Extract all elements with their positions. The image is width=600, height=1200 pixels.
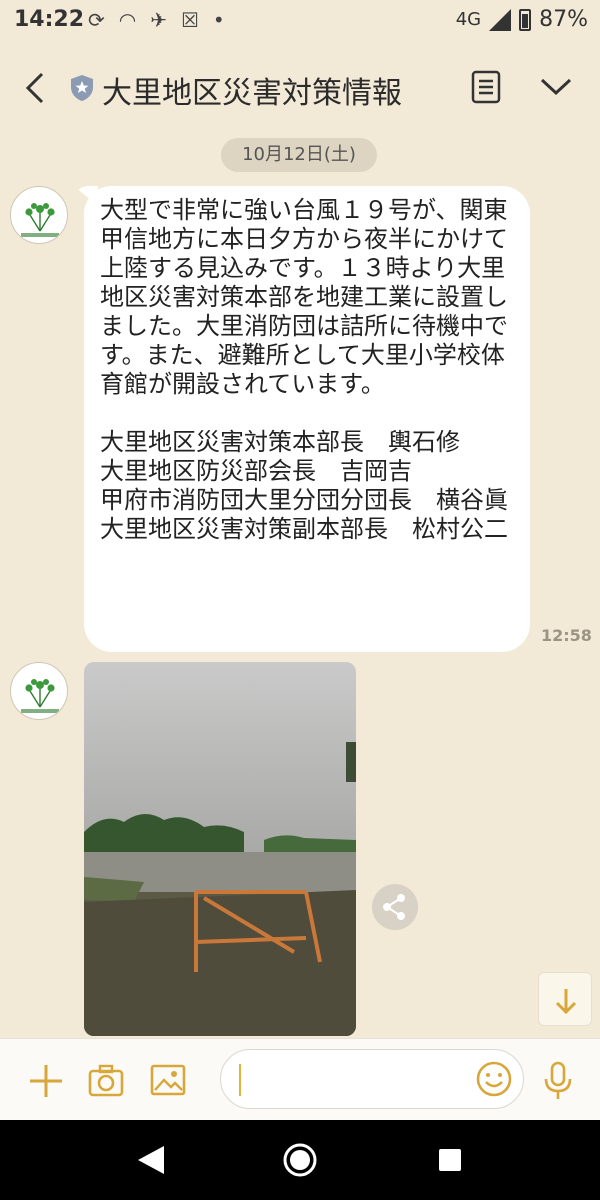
text-cursor (239, 1064, 241, 1096)
status-bar: 14:22 ⟳ ◠ ✈ ☒ • 4G 87% (0, 0, 600, 40)
avatar[interactable] (10, 662, 68, 720)
nav-home-icon[interactable] (282, 1142, 318, 1178)
message-signatures: 大里地区災害対策本部長 輿石修 大里地区防災部会長 吉岡吉 甲府市消防団大里分団… (100, 428, 508, 543)
satellite-icon: ✈ (150, 8, 167, 32)
app-icon: ☒ (180, 8, 199, 32)
battery-percent: 87% (539, 7, 588, 32)
microphone-icon[interactable] (542, 1061, 574, 1101)
camera-icon[interactable] (88, 1063, 124, 1097)
message-bubble[interactable]: 大型で非常に強い台風１９号が、関東甲信地方に本日夕方から夜半にかけて上陸する見込… (84, 186, 530, 652)
chat-header: 大里地区災害対策情報 (0, 42, 600, 132)
photo-message[interactable] (84, 662, 356, 1036)
share-button[interactable] (372, 884, 418, 930)
chevron-down-icon[interactable] (538, 74, 574, 98)
image-icon[interactable] (150, 1063, 186, 1097)
message-input[interactable] (243, 1062, 467, 1098)
avatar[interactable] (10, 186, 68, 244)
message-paragraph: 大型で非常に強い台風１９号が、関東甲信地方に本日夕方から夜半にかけて上陸する見込… (100, 196, 508, 398)
battery-icon (519, 8, 532, 31)
system-nav-bar (0, 1120, 600, 1200)
back-chevron-icon[interactable] (20, 68, 50, 108)
emoji-icon[interactable] (475, 1060, 513, 1098)
input-bar (0, 1038, 600, 1121)
official-shield-icon (71, 75, 93, 101)
flower-logo-icon (21, 679, 59, 713)
notes-icon[interactable] (470, 70, 502, 104)
plus-icon[interactable] (28, 1063, 64, 1099)
wifi-icon: ◠ (118, 8, 137, 32)
notification-icons: ⟳ ◠ ✈ ☒ • (88, 8, 225, 32)
nav-recent-icon[interactable] (438, 1148, 462, 1172)
status-time: 14:22 (14, 7, 85, 32)
sync-icon: ⟳ (88, 8, 105, 32)
message-time: 12:58 (541, 626, 592, 645)
chat-title: 大里地区災害対策情報 (102, 76, 402, 111)
flooded-field-photo (84, 662, 356, 1036)
message-input-box[interactable] (220, 1049, 524, 1109)
dot-icon: • (212, 8, 225, 32)
network-label: 4G (455, 9, 482, 30)
nav-back-icon[interactable] (136, 1144, 166, 1176)
status-right: 4G 87% (456, 7, 588, 32)
date-separator: 10月12日(土) (221, 138, 377, 172)
scroll-to-bottom-button[interactable] (538, 972, 592, 1026)
flower-logo-icon (21, 203, 59, 237)
signal-icon (489, 8, 512, 31)
share-icon (383, 894, 405, 920)
arrow-down-icon (555, 989, 577, 1015)
